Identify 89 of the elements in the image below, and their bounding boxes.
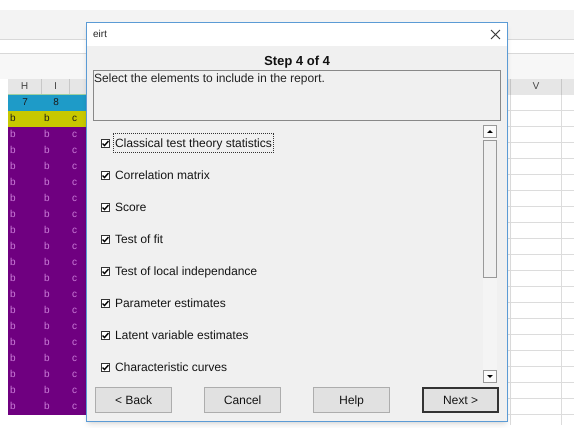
table-cell-text: b: [43, 144, 51, 158]
table-cell-text: b: [9, 208, 17, 222]
checkbox[interactable]: [101, 202, 110, 212]
table-cell-text: b: [9, 240, 17, 254]
table-cell-text: b: [43, 112, 51, 126]
checkbox[interactable]: [101, 330, 110, 340]
option-label[interactable]: Test of local independance: [114, 262, 258, 280]
scroll-thumb[interactable]: [483, 140, 497, 278]
close-icon[interactable]: [490, 29, 501, 40]
table-cell-text: b: [9, 176, 17, 190]
table-cell-text: b: [9, 384, 17, 398]
checkbox[interactable]: [101, 234, 110, 244]
table-cell-text: b: [9, 368, 17, 382]
column-header[interactable]: H: [8, 79, 42, 94]
table-cell-text: b: [9, 224, 17, 238]
table-cell-text: c: [71, 144, 78, 158]
table-cell-text: c: [71, 400, 78, 414]
instructions-box: Select the elements to include in the report.: [93, 70, 501, 121]
table-cell-text: b: [9, 128, 17, 142]
table-cell-text: c: [71, 112, 78, 126]
table-cell-text: c: [71, 176, 78, 190]
option-label[interactable]: Correlation matrix: [114, 166, 211, 184]
table-cell-text: b: [9, 272, 17, 286]
table-cell-text: b: [43, 240, 51, 254]
table-cell-text: c: [71, 272, 78, 286]
table-cell-text: b: [9, 320, 17, 334]
scrollbar[interactable]: [483, 125, 497, 383]
table-cell-text: c: [71, 256, 78, 270]
table-cell-text: b: [9, 256, 17, 270]
table-cell-text: b: [43, 288, 51, 302]
option-label[interactable]: Parameter estimates: [114, 294, 227, 312]
table-cell-text: c: [71, 352, 78, 366]
table-cell-text: c: [71, 304, 78, 318]
table-cell-text: b: [43, 128, 51, 142]
option-label[interactable]: Characteristic curves: [114, 358, 228, 376]
table-cell-text: b: [43, 208, 51, 222]
table-cell-text: b: [9, 400, 17, 414]
table-cell-text: b: [43, 192, 51, 206]
table-cell-text: b: [43, 224, 51, 238]
table-cell-text: c: [71, 192, 78, 206]
table-cell-text: b: [43, 160, 51, 174]
table-cell-text: c: [71, 320, 78, 334]
table-cell-text: b: [9, 288, 17, 302]
table-cell-text: 8: [52, 96, 60, 110]
table-cell-text: b: [43, 256, 51, 270]
option-label[interactable]: Score: [114, 198, 148, 216]
dialog-button[interactable]: Next >: [422, 387, 499, 413]
dialog-button[interactable]: Help: [313, 387, 390, 413]
checkbox[interactable]: [101, 138, 110, 148]
table-cell-text: c: [71, 224, 78, 238]
dialog-button[interactable]: < Back: [95, 387, 172, 413]
checkbox[interactable]: [101, 362, 110, 372]
table-cell-text: b: [43, 368, 51, 382]
table-cell-text: 7: [21, 96, 29, 110]
dialog-button[interactable]: Cancel: [204, 387, 281, 413]
table-cell-text: b: [9, 192, 17, 206]
checkbox[interactable]: [101, 266, 110, 276]
table-cell-text: b: [43, 176, 51, 190]
checkbox[interactable]: [101, 170, 110, 180]
table-cell-text: b: [9, 352, 17, 366]
option-label[interactable]: Test of fit: [114, 230, 164, 248]
table-cell-text: b: [43, 352, 51, 366]
table-cell-text: b: [43, 400, 51, 414]
table-cell-text: b: [43, 320, 51, 334]
table-cell-text: b: [9, 160, 17, 174]
table-cell-text: c: [71, 288, 78, 302]
table-cell-text: c: [71, 240, 78, 254]
step-heading: Step 4 of 4: [263, 52, 331, 70]
table-cell-text: c: [71, 368, 78, 382]
column-header[interactable]: I: [42, 79, 70, 94]
scroll-up-icon[interactable]: [483, 125, 497, 138]
option-label[interactable]: Classical test theory statistics: [114, 134, 273, 152]
option-label[interactable]: Latent variable estimates: [114, 326, 250, 344]
table-cell-text: c: [71, 336, 78, 350]
table-cell-text: b: [43, 336, 51, 350]
checkbox[interactable]: [101, 298, 110, 308]
table-cell-text: b: [9, 112, 17, 126]
table-cell-text: b: [43, 384, 51, 398]
table-cell-text: c: [71, 160, 78, 174]
table-cell-text: c: [71, 128, 78, 142]
table-cell-text: c: [71, 208, 78, 222]
table-cell-text: b: [43, 304, 51, 318]
table-cell-text: b: [43, 272, 51, 286]
table-cell-text: b: [9, 336, 17, 350]
table-cell-text: b: [9, 144, 17, 158]
scroll-down-icon[interactable]: [483, 370, 497, 383]
table-cell-text: b: [9, 304, 17, 318]
window-title: eirt: [93, 28, 107, 42]
table-cell-text: c: [71, 384, 78, 398]
